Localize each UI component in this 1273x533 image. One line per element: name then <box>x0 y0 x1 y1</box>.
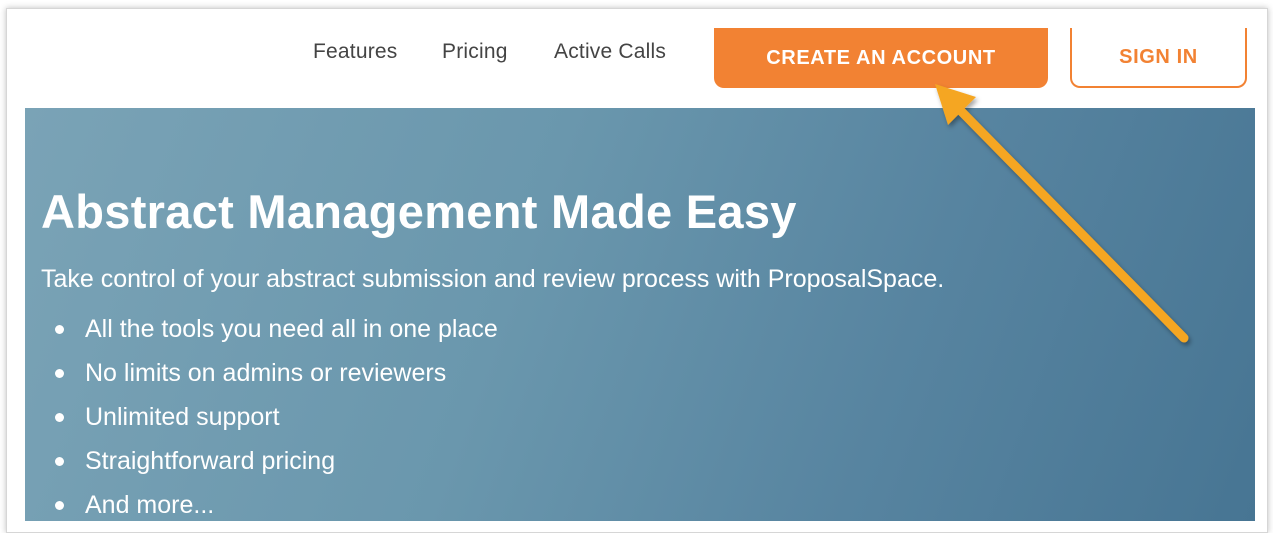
bullet-icon <box>55 413 64 422</box>
nav-link-pricing[interactable]: Pricing <box>442 40 508 64</box>
feature-text: And more... <box>85 491 215 519</box>
bullet-icon <box>55 501 64 510</box>
bullet-icon <box>55 457 64 466</box>
page-frame: Features Pricing Active Calls CREATE AN … <box>0 0 1273 533</box>
feature-list-item: No limits on admins or reviewers <box>41 354 498 398</box>
hero-subtitle: Take control of your abstract submission… <box>41 265 945 293</box>
bullet-icon <box>55 325 64 334</box>
feature-text: All the tools you need all in one place <box>85 315 498 343</box>
feature-list: All the tools you need all in one place … <box>41 310 498 521</box>
nav-link-active-calls[interactable]: Active Calls <box>554 40 666 64</box>
sign-in-button[interactable]: SIGN IN <box>1070 28 1247 88</box>
feature-text: Unlimited support <box>85 403 280 431</box>
top-navigation: Features Pricing Active Calls CREATE AN … <box>0 0 1273 108</box>
create-account-button[interactable]: CREATE AN ACCOUNT <box>714 28 1048 88</box>
bullet-icon <box>55 369 64 378</box>
feature-list-item: All the tools you need all in one place <box>41 310 498 354</box>
hero-banner: Abstract Management Made Easy Take contr… <box>25 108 1255 521</box>
hero-title: Abstract Management Made Easy <box>41 185 797 238</box>
feature-list-item: Straightforward pricing <box>41 442 498 486</box>
feature-text: No limits on admins or reviewers <box>85 359 447 387</box>
feature-list-item: And more... <box>41 486 498 521</box>
nav-link-features[interactable]: Features <box>313 40 397 64</box>
feature-text: Straightforward pricing <box>85 447 336 475</box>
feature-list-item: Unlimited support <box>41 398 498 442</box>
